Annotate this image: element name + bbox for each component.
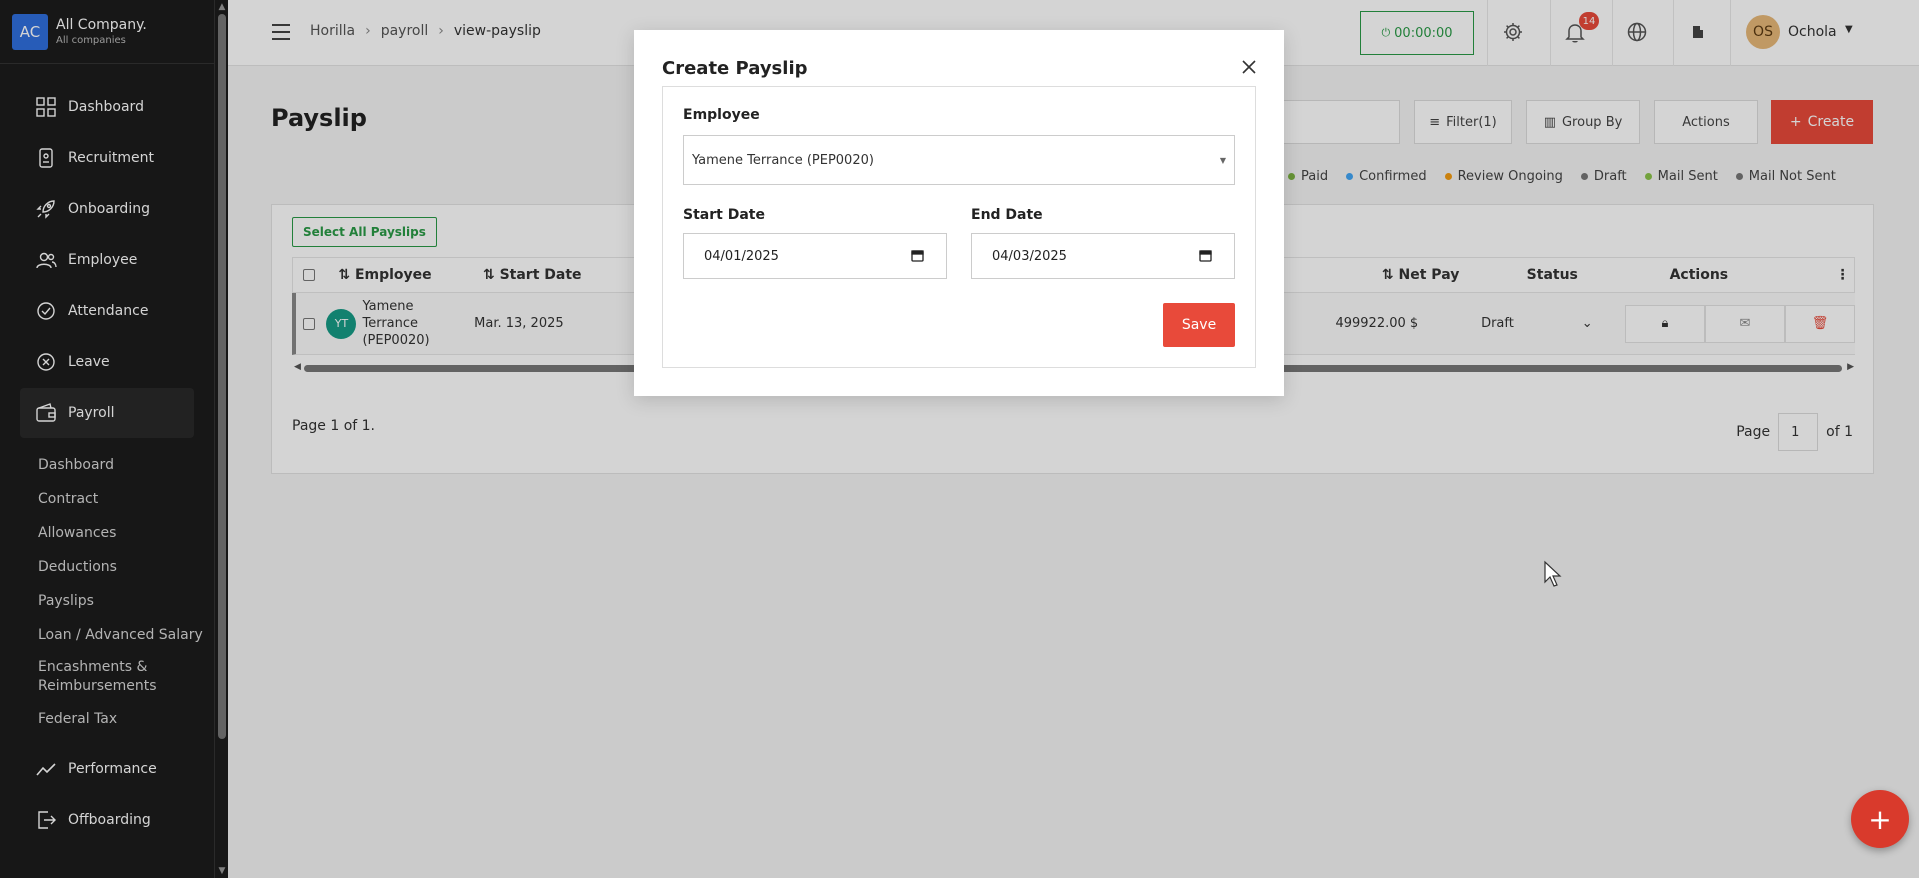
end-date-input[interactable]: 04/03/2025 — [971, 233, 1235, 279]
end-date-label: End Date — [971, 207, 1043, 223]
start-date-label: Start Date — [683, 207, 765, 223]
close-icon[interactable] — [1240, 58, 1258, 76]
calendar-icon[interactable] — [911, 249, 924, 262]
save-button[interactable]: Save — [1163, 303, 1235, 347]
plus-icon: + — [1868, 802, 1892, 836]
mouse-cursor-icon — [1543, 560, 1563, 592]
employee-select-value: Yamene Terrance (PEP0020) — [692, 152, 874, 168]
create-payslip-modal: Create Payslip Employee Yamene Terrance … — [634, 30, 1284, 396]
employee-label: Employee — [683, 107, 760, 123]
employee-select[interactable]: Yamene Terrance (PEP0020) ▼ — [683, 135, 1235, 185]
start-date-value: 04/01/2025 — [704, 248, 779, 264]
modal-title: Create Payslip — [662, 58, 808, 79]
modal-form: Employee Yamene Terrance (PEP0020) ▼ Sta… — [662, 86, 1256, 368]
start-date-input[interactable]: 04/01/2025 — [683, 233, 947, 279]
quick-add-button[interactable]: + — [1851, 790, 1909, 848]
caret-down-icon: ▼ — [1219, 156, 1226, 165]
calendar-icon[interactable] — [1199, 249, 1212, 262]
end-date-value: 04/03/2025 — [992, 248, 1067, 264]
